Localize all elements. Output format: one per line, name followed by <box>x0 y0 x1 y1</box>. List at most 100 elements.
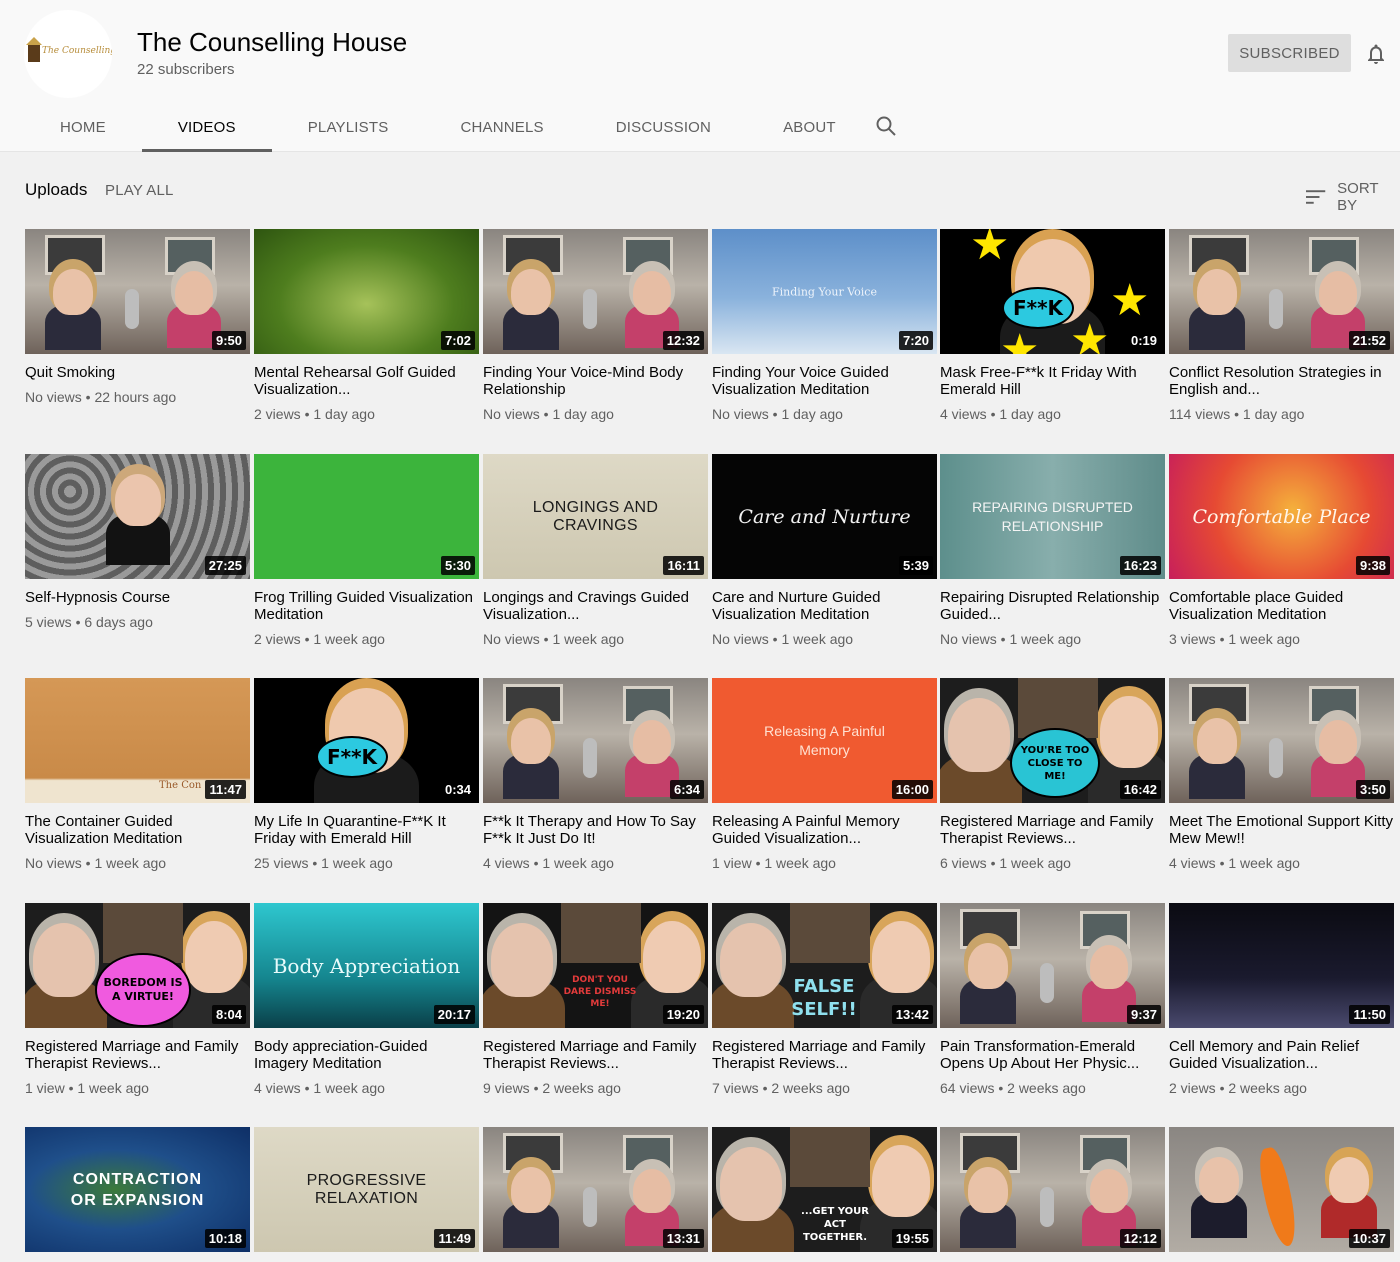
video-title[interactable]: Frog Trilling Guided Visualization Medit… <box>254 589 479 623</box>
tab-videos[interactable]: VIDEOS <box>141 104 272 152</box>
video-card[interactable]: 5:30 Frog Trilling Guided Visualization M… <box>254 454 479 647</box>
video-card[interactable]: Comfortable Place 9:38 Comfortable place G… <box>1169 454 1394 647</box>
video-thumbnail[interactable]: 10:37 <box>1169 1127 1394 1252</box>
notification-bell-icon[interactable] <box>1364 42 1388 66</box>
video-title[interactable]: Pain Transformation-Emerald Opens Up Abo… <box>940 1038 1165 1072</box>
video-thumbnail[interactable]: 12:32 <box>483 229 708 354</box>
video-card[interactable]: The Con 11:47 The Container Guided Visuali… <box>25 678 250 871</box>
video-title[interactable]: Comfortable place Guided Visualization M… <box>1169 589 1394 623</box>
video-thumbnail[interactable]: 11:50 <box>1169 903 1394 1028</box>
video-title[interactable]: Longings and Cravings Guided Visualizati… <box>483 589 708 623</box>
video-thumbnail[interactable]: 12:12 <box>940 1127 1165 1252</box>
video-thumbnail[interactable]: 21:52 <box>1169 229 1394 354</box>
play-all-button[interactable]: PLAY ALL <box>105 182 174 199</box>
video-card[interactable]: Releasing A Painful Memory 16:00 Releasing… <box>712 678 937 871</box>
video-card[interactable]: YOU'RE TOO CLOSE TO ME! 16:42 Registered M… <box>940 678 1165 871</box>
search-icon[interactable] <box>874 114 898 138</box>
video-card[interactable]: 12:32 Finding Your Voice-Mind Body Relati… <box>483 229 708 422</box>
video-thumbnail[interactable]: 3:50 <box>1169 678 1394 803</box>
video-title[interactable]: F**k It Therapy and How To Say F**k It J… <box>483 813 708 847</box>
video-thumbnail[interactable]: YOU'RE TOO CLOSE TO ME! 16:42 <box>940 678 1165 803</box>
video-thumbnail[interactable]: 27:25 <box>25 454 250 579</box>
video-card[interactable]: 11:50 Cell Memory and Pain Relief Guided … <box>1169 903 1394 1096</box>
video-card[interactable]: Care and Nurture 5:39 Care and Nurture Gui… <box>712 454 937 647</box>
video-thumbnail[interactable]: Finding Your Voice 7:20 <box>712 229 937 354</box>
person-head <box>33 923 95 997</box>
video-card[interactable]: Finding Your Voice 7:20 Finding Your Voice… <box>712 229 937 422</box>
video-card[interactable]: 13:31 <box>483 1127 708 1252</box>
video-title[interactable]: Finding Your Voice-Mind Body Relationshi… <box>483 364 708 398</box>
tab-home[interactable]: HOME <box>24 104 142 150</box>
video-card[interactable]: REPAIRING DISRUPTED RELATIONSHIP 16:23 Rep… <box>940 454 1165 647</box>
video-card[interactable]: PROGRESSIVE RELAXATION 11:49 <box>254 1127 479 1252</box>
video-card[interactable]: ★ ★ ★ ★ F**K 0:19 Mask Free-F**k It Friday Wit… <box>940 229 1165 422</box>
video-title[interactable]: Registered Marriage and Family Therapist… <box>483 1038 708 1072</box>
thumbnail-text: Care and Nurture <box>738 505 911 528</box>
channel-avatar[interactable]: The Counselling House <box>24 10 112 98</box>
video-card[interactable]: 27:25 Self-Hypnosis Course 5 views • 6 day… <box>25 454 250 630</box>
video-thumbnail[interactable]: Comfortable Place 9:38 <box>1169 454 1394 579</box>
tab-about[interactable]: ABOUT <box>747 104 872 150</box>
video-thumbnail[interactable]: ★ ★ ★ ★ F**K 0:19 <box>940 229 1165 354</box>
video-card[interactable]: 6:34 F**k It Therapy and How To Say F**k … <box>483 678 708 871</box>
sort-by-button[interactable]: SORT BY <box>1306 180 1400 214</box>
video-thumbnail[interactable]: DON'T YOU DARE DISMISS ME! 19:20 <box>483 903 708 1028</box>
video-thumbnail[interactable]: REPAIRING DISRUPTED RELATIONSHIP 16:23 <box>940 454 1165 579</box>
video-card[interactable]: ...GET YOUR ACT TOGETHER. 19:55 <box>712 1127 937 1252</box>
video-card[interactable]: FALSE SELF!! 13:42 Registered Marriage and… <box>712 903 937 1096</box>
video-thumbnail[interactable]: LONGINGS AND CRAVINGS 16:11 <box>483 454 708 579</box>
video-title[interactable]: Quit Smoking <box>25 364 250 381</box>
video-thumbnail[interactable]: BOREDOM IS A VIRTUE! 8:04 <box>25 903 250 1028</box>
video-card[interactable]: Body Appreciation 20:17 Body appreciation-… <box>254 903 479 1096</box>
video-title[interactable]: Care and Nurture Guided Visualization Me… <box>712 589 937 623</box>
tab-discussion[interactable]: DISCUSSION <box>580 104 747 150</box>
video-thumbnail[interactable]: 9:37 <box>940 903 1165 1028</box>
video-thumbnail[interactable]: Body Appreciation 20:17 <box>254 903 479 1028</box>
house-logo-icon <box>26 37 42 62</box>
video-title[interactable]: Conflict Resolution Strategies in Englis… <box>1169 364 1394 398</box>
video-thumbnail[interactable]: ...GET YOUR ACT TOGETHER. 19:55 <box>712 1127 937 1252</box>
video-card[interactable]: F**K 0:34 My Life In Quarantine-F**K It Fr… <box>254 678 479 871</box>
video-card[interactable]: 7:02 Mental Rehearsal Golf Guided Visuali… <box>254 229 479 422</box>
video-card[interactable]: 10:37 <box>1169 1127 1394 1252</box>
video-thumbnail[interactable]: CONTRACTION OR EXPANSION 10:18 <box>25 1127 250 1252</box>
video-card[interactable]: 3:50 Meet The Emotional Support Kitty Mew… <box>1169 678 1394 871</box>
video-card[interactable]: BOREDOM IS A VIRTUE! 8:04 Registered Marri… <box>25 903 250 1096</box>
video-thumbnail[interactable]: The Con 11:47 <box>25 678 250 803</box>
video-thumbnail[interactable]: 9:50 <box>25 229 250 354</box>
video-card[interactable]: DON'T YOU DARE DISMISS ME! 19:20 Registere… <box>483 903 708 1096</box>
video-title[interactable]: The Container Guided Visualization Medit… <box>25 813 250 847</box>
video-card[interactable]: 12:12 <box>940 1127 1165 1252</box>
video-title[interactable]: Repairing Disrupted Relationship Guided.… <box>940 589 1165 623</box>
video-thumbnail[interactable]: 13:31 <box>483 1127 708 1252</box>
video-card[interactable]: 9:50 Quit Smoking No views • 22 hours ago <box>25 229 250 405</box>
video-title[interactable]: Mask Free-F**k It Friday With Emerald Hi… <box>940 364 1165 398</box>
video-thumbnail[interactable]: 6:34 <box>483 678 708 803</box>
video-title[interactable]: Registered Marriage and Family Therapist… <box>940 813 1165 847</box>
video-card[interactable]: CONTRACTION OR EXPANSION 10:18 <box>25 1127 250 1252</box>
video-title[interactable]: Registered Marriage and Family Therapist… <box>25 1038 250 1072</box>
video-title[interactable]: Meet The Emotional Support Kitty Mew Mew… <box>1169 813 1394 847</box>
video-card[interactable]: 21:52 Conflict Resolution Strategies in E… <box>1169 229 1394 422</box>
video-thumbnail[interactable]: PROGRESSIVE RELAXATION 11:49 <box>254 1127 479 1252</box>
video-title[interactable]: Registered Marriage and Family Therapist… <box>712 1038 937 1072</box>
video-thumbnail[interactable]: Care and Nurture 5:39 <box>712 454 937 579</box>
tab-channels[interactable]: CHANNELS <box>424 104 579 150</box>
video-title[interactable]: Cell Memory and Pain Relief Guided Visua… <box>1169 1038 1394 1072</box>
video-thumbnail[interactable]: FALSE SELF!! 13:42 <box>712 903 937 1028</box>
video-thumbnail[interactable]: F**K 0:34 <box>254 678 479 803</box>
tab-playlists[interactable]: PLAYLISTS <box>272 104 425 150</box>
video-card[interactable]: LONGINGS AND CRAVINGS 16:11 Longings and C… <box>483 454 708 647</box>
video-title[interactable]: Mental Rehearsal Golf Guided Visualizati… <box>254 364 479 398</box>
video-card[interactable]: 9:37 Pain Transformation-Emerald Opens Up… <box>940 903 1165 1096</box>
subscribed-button[interactable]: SUBSCRIBED <box>1228 34 1351 72</box>
video-thumbnail[interactable]: 5:30 <box>254 454 479 579</box>
video-title[interactable]: Finding Your Voice Guided Visualization … <box>712 364 937 398</box>
person-head <box>872 1145 930 1217</box>
video-title[interactable]: Body appreciation-Guided Imagery Meditat… <box>254 1038 479 1072</box>
video-thumbnail[interactable]: 7:02 <box>254 229 479 354</box>
video-title[interactable]: Releasing A Painful Memory Guided Visual… <box>712 813 937 847</box>
video-title[interactable]: Self-Hypnosis Course <box>25 589 250 606</box>
video-thumbnail[interactable]: Releasing A Painful Memory 16:00 <box>712 678 937 803</box>
video-title[interactable]: My Life In Quarantine-F**K It Friday wit… <box>254 813 479 847</box>
